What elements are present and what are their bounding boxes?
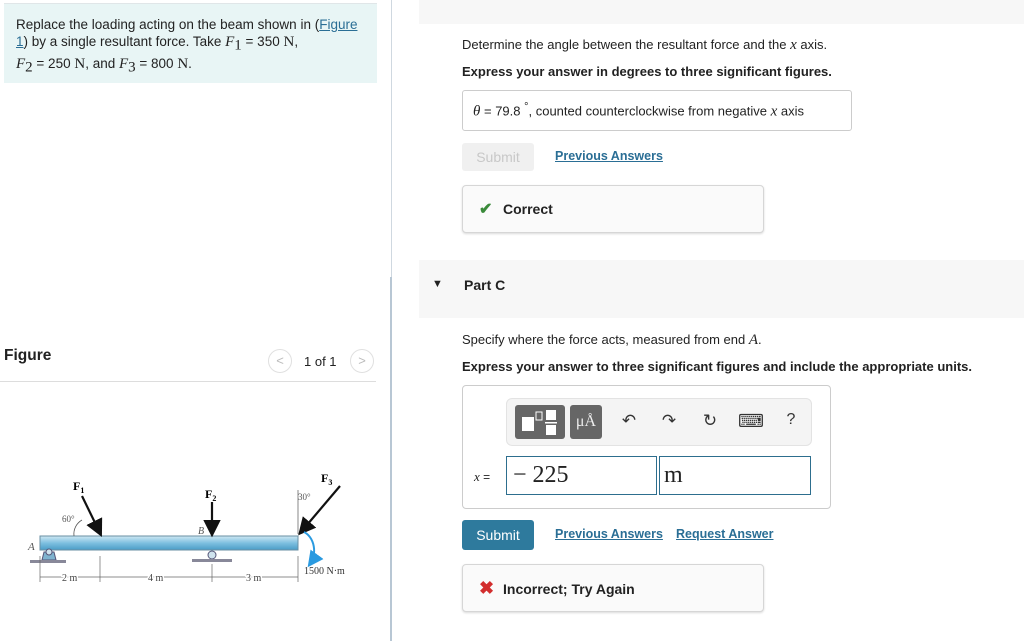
checkmark-icon: ✔ [479, 201, 493, 218]
value-input[interactable]: − 225 [506, 456, 657, 495]
units-button[interactable]: μÅ [570, 405, 602, 439]
left-pane: Replace the loading acting on the beam s… [0, 0, 391, 641]
part-c-feedback: ✖ Incorrect; Try Again [462, 564, 764, 612]
dim-3m: 3 m [246, 573, 262, 584]
label-f3: F3 [321, 471, 332, 487]
figure-counter: 1 of 1 [304, 354, 337, 369]
variable-label: x = [474, 469, 491, 484]
math-toolbar: μÅ ↶ ↷ ↻ ⌨ ? [506, 398, 812, 446]
reset-icon[interactable]: ↻ [698, 411, 722, 431]
part-c-header[interactable] [419, 260, 1024, 318]
part-c-previous-answers-link[interactable]: Previous Answers [555, 527, 663, 541]
request-answer-link[interactable]: Request Answer [676, 527, 773, 541]
pin-support-a [30, 548, 66, 563]
part-b-header [419, 0, 1024, 24]
chevron-right-icon: > [358, 353, 366, 368]
roller-support-b [192, 550, 232, 562]
label-b: B [198, 526, 204, 537]
problem-statement: Replace the loading acting on the beam s… [4, 3, 377, 83]
pane-divider-handle[interactable] [390, 277, 392, 641]
templates-button[interactable] [515, 405, 565, 439]
chevron-left-icon: < [276, 353, 284, 368]
part-c-submit-button[interactable]: Submit [462, 520, 534, 550]
label-f1: F1 [73, 479, 84, 495]
part-b-feedback: ✔ Correct [462, 185, 764, 233]
part-b-submit-button[interactable]: Submit [462, 143, 534, 171]
next-figure-button[interactable]: > [350, 349, 374, 373]
figure-title: Figure [4, 347, 52, 364]
x-mark-icon: ✖ [479, 578, 495, 598]
help-icon[interactable]: ? [779, 411, 803, 429]
redo-icon[interactable]: ↷ [657, 411, 681, 431]
part-b-previous-answers-link[interactable]: Previous Answers [555, 149, 663, 163]
label-angle-30: 30° [298, 492, 311, 502]
part-b-answer-box: θ = 79.8 °, counted counterclockwise fro… [462, 90, 852, 131]
part-c-instruction: Express your answer to three significant… [462, 359, 972, 374]
undo-icon[interactable]: ↶ [617, 411, 641, 431]
part-c-label[interactable]: Part C [464, 277, 505, 293]
label-f2: F2 [205, 487, 216, 503]
dim-2m: 2 m [62, 573, 78, 584]
figure-header: Figure < 1 of 1 > [0, 340, 376, 382]
part-c-question: Specify where the force acts, measured f… [462, 332, 762, 348]
beam-figure: A B F1 60° F2 F3 30° 1500 N·m 2 m 4 m 3 … [27, 471, 345, 586]
part-b-question: Determine the angle between the resultan… [462, 37, 828, 53]
keyboard-icon[interactable]: ⌨ [738, 411, 764, 432]
part-b-instruction: Express your answer in degrees to three … [462, 64, 832, 79]
moment-arrow [303, 531, 324, 568]
label-angle-60: 60° [62, 514, 75, 524]
pane-divider[interactable] [391, 0, 392, 280]
label-moment: 1500 N·m [304, 566, 345, 577]
part-b-answer-value: 79.8 [495, 103, 521, 119]
beam [39, 535, 299, 551]
dim-4m: 4 m [148, 573, 164, 584]
force-f1-arrow [81, 495, 103, 537]
label-a: A [27, 541, 35, 553]
templates-icon [522, 410, 557, 435]
caret-down-icon[interactable]: ▼ [432, 278, 443, 290]
unit-input[interactable]: m [659, 456, 811, 495]
previous-figure-button[interactable]: < [268, 349, 292, 373]
